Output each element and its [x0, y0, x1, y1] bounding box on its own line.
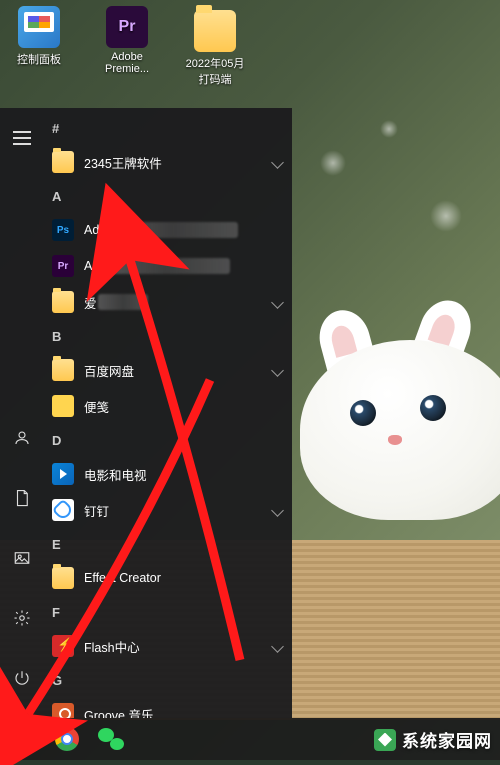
pictures-button[interactable]	[0, 538, 44, 578]
censored-text	[102, 258, 230, 274]
dingtalk-icon	[52, 499, 74, 521]
power-icon	[13, 669, 31, 687]
premiere-icon: Pr	[106, 6, 148, 48]
pictures-icon	[13, 549, 31, 567]
desktop-icon-premiere[interactable]: Pr Adobe Premie...	[92, 6, 162, 87]
app-item-movies-tv[interactable]: 电影和电视	[44, 456, 292, 492]
app-item-dingtalk[interactable]: 钉钉	[44, 492, 292, 528]
app-label: 电影和电视	[84, 465, 147, 484]
list-header-g[interactable]: G	[44, 664, 292, 696]
premiere-icon: Pr	[52, 255, 74, 277]
watermark: 系统家园网	[374, 727, 492, 752]
settings-button[interactable]	[0, 598, 44, 638]
start-menu-app-list[interactable]: # 2345王牌软件 A Ps Ado Pr Ad 爱 B 百度网盘	[44, 108, 292, 718]
folder-icon	[52, 359, 74, 381]
censored-text	[98, 294, 148, 310]
photoshop-icon: Ps	[52, 219, 74, 241]
folder-icon	[194, 10, 236, 52]
list-header-a[interactable]: A	[44, 180, 292, 212]
desktop-icons: 控制面板 Pr Adobe Premie... 2022年05月 打码端	[4, 6, 250, 87]
app-item-sticky-notes[interactable]: 便笺	[44, 388, 292, 424]
app-item-flash[interactable]: Flash中心	[44, 628, 292, 664]
app-label: 便笺	[84, 397, 109, 416]
app-label: Groove 音乐	[84, 705, 153, 719]
chevron-down-icon	[271, 156, 284, 169]
censored-text	[108, 222, 238, 238]
desktop-icon-folder[interactable]: 2022年05月 打码端	[180, 6, 250, 87]
control-panel-icon	[18, 6, 60, 48]
gear-icon	[13, 609, 31, 627]
folder-icon	[52, 151, 74, 173]
app-label: Effect Creator	[84, 571, 161, 585]
start-menu: # 2345王牌软件 A Ps Ado Pr Ad 爱 B 百度网盘	[0, 108, 292, 718]
menu-expand-button[interactable]	[0, 118, 44, 158]
list-header-d[interactable]: D	[44, 424, 292, 456]
taskbar-chrome[interactable]	[48, 720, 86, 758]
power-button[interactable]	[0, 658, 44, 698]
chevron-down-icon	[271, 504, 284, 517]
start-button[interactable]	[4, 720, 42, 758]
account-button[interactable]	[0, 418, 44, 458]
app-item-effect-creator[interactable]: Effect Creator	[44, 560, 292, 596]
list-header-hash[interactable]: #	[44, 112, 292, 144]
chrome-icon	[55, 727, 79, 751]
flash-icon	[52, 635, 74, 657]
app-item-photoshop[interactable]: Ps Ado	[44, 212, 292, 248]
folder-icon	[52, 567, 74, 589]
app-label: 钉钉	[84, 501, 109, 520]
app-item-groove[interactable]: Groove 音乐	[44, 696, 292, 718]
documents-button[interactable]	[0, 478, 44, 518]
desktop-icon-label: Adobe Premie...	[105, 51, 149, 75]
windows-icon	[13, 729, 33, 749]
list-header-e[interactable]: E	[44, 528, 292, 560]
app-label: 2345王牌软件	[84, 153, 162, 172]
chevron-down-icon	[271, 296, 284, 309]
app-item-baidu[interactable]: 百度网盘	[44, 352, 292, 388]
list-header-b[interactable]: B	[44, 320, 292, 352]
chevron-down-icon	[271, 364, 284, 377]
movies-icon	[52, 463, 74, 485]
groove-icon	[52, 703, 74, 718]
app-label: 爱	[84, 293, 97, 312]
desktop-icon-label: 控制面板	[17, 51, 61, 67]
app-label: Ad	[84, 259, 99, 273]
chevron-down-icon	[271, 640, 284, 653]
user-icon	[13, 429, 31, 447]
app-label: Ado	[84, 223, 106, 237]
taskbar-wechat[interactable]	[92, 720, 130, 758]
document-icon	[13, 489, 31, 507]
folder-icon	[52, 291, 74, 313]
hamburger-icon	[13, 137, 31, 139]
wechat-icon	[98, 728, 124, 750]
app-item-premiere[interactable]: Pr Ad	[44, 248, 292, 284]
sticky-notes-icon	[52, 395, 74, 417]
app-item-ai[interactable]: 爱	[44, 284, 292, 320]
app-label: Flash中心	[84, 637, 140, 656]
desktop-icon-control-panel[interactable]: 控制面板	[4, 6, 74, 87]
watermark-text: 系统家园网	[402, 727, 492, 752]
list-header-f[interactable]: F	[44, 596, 292, 628]
watermark-logo-icon	[374, 729, 396, 751]
wallpaper-cat	[280, 280, 500, 540]
start-menu-rail	[0, 108, 44, 718]
app-label: 百度网盘	[84, 361, 134, 380]
desktop-icon-label: 2022年05月 打码端	[186, 55, 245, 87]
app-item-2345[interactable]: 2345王牌软件	[44, 144, 292, 180]
